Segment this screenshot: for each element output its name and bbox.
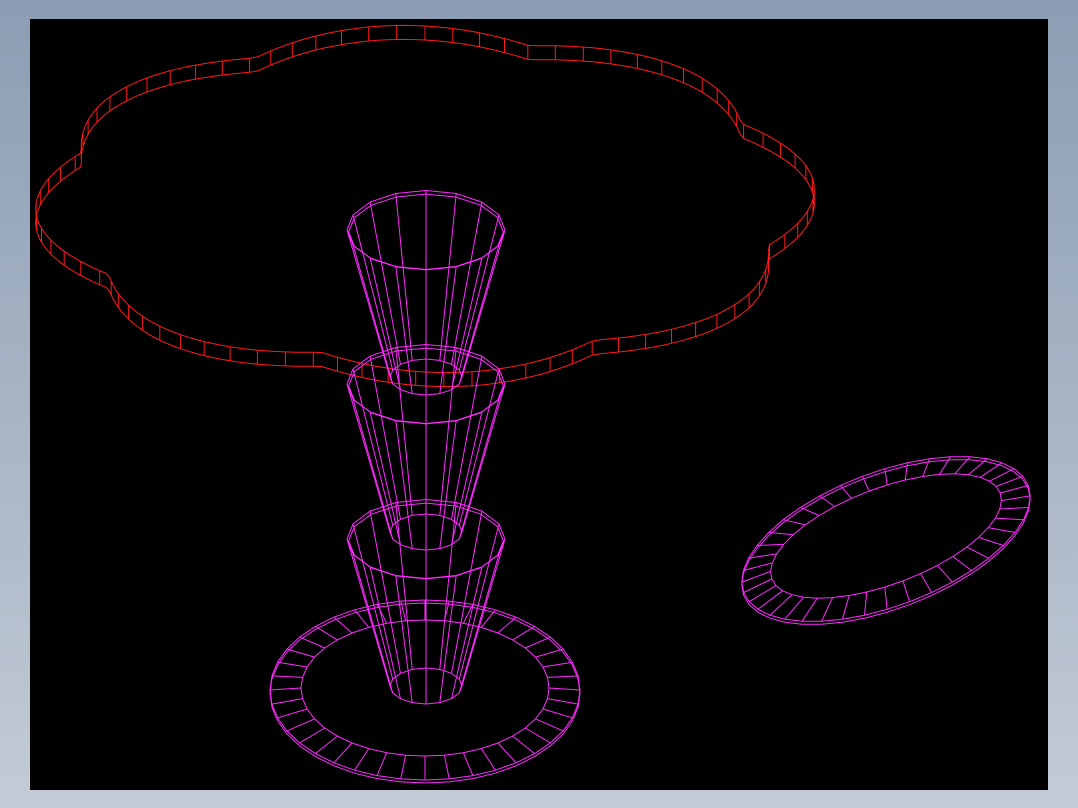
cad-viewport[interactable] (30, 19, 1048, 790)
tapered-cup-lower (346, 498, 506, 705)
tilted-annulus (741, 456, 1031, 625)
base-annulus (269, 599, 581, 784)
wireframe-scene (35, 24, 1031, 784)
flower-shaped-ring (35, 24, 815, 388)
